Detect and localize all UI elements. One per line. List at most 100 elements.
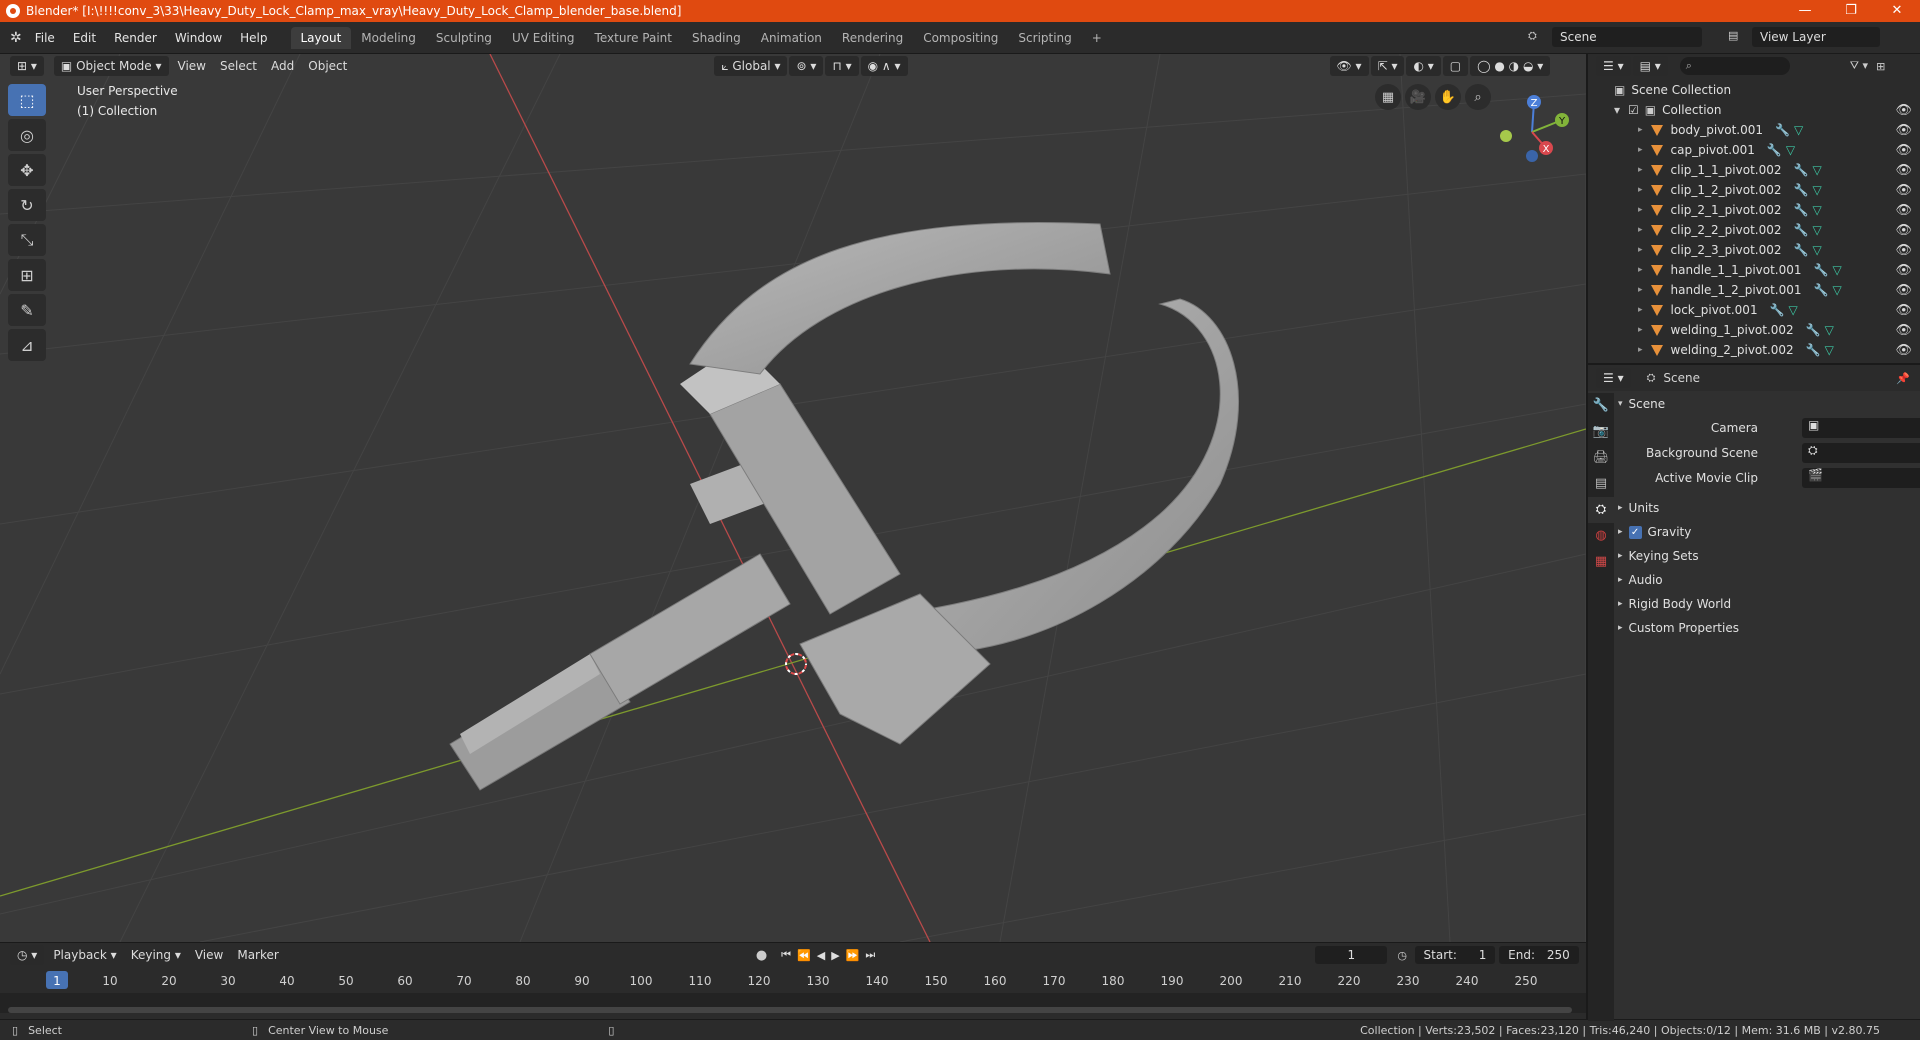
blender-menu-icon[interactable]: ✲	[10, 30, 22, 46]
end-frame-field[interactable]: End: 250	[1498, 946, 1579, 964]
mesh-data-icon[interactable]: ▽	[1812, 223, 1821, 237]
menu-playback[interactable]: Playback ▾	[46, 945, 123, 965]
gizmo-toggle-icon[interactable]: ⇱ ▾	[1370, 56, 1405, 76]
tab-uv-editing[interactable]: UV Editing	[502, 27, 585, 49]
outliner-object-row[interactable]: ▸ clip_1_1_pivot.002 🔧 ▽ 👁	[1588, 160, 1920, 180]
eye-icon[interactable]: 👁	[1895, 343, 1912, 358]
scene-icon[interactable]: ⛭	[1528, 29, 1537, 43]
tool-tab-icon[interactable]: 🔧	[1588, 393, 1614, 419]
expand-arrow-icon[interactable]: ▸	[1638, 125, 1643, 135]
properties-editor-type-icon[interactable]: ☰ ▾	[1596, 368, 1631, 388]
gravity-panel-header[interactable]: ▸ ✓ Gravity	[1618, 521, 1918, 543]
jump-start-icon[interactable]: ⏮	[781, 948, 791, 962]
close-button[interactable]: ✕	[1874, 0, 1920, 22]
pin-icon[interactable]: 📌	[1896, 372, 1910, 385]
proportional-edit-icon[interactable]: ◉ ∧ ▾	[860, 56, 908, 76]
3d-viewport[interactable]: ⊞ ▾ ▣ Object Mode ▾ View Select Add Obje…	[0, 54, 1586, 942]
collection-checkbox[interactable]: ☑	[1628, 103, 1639, 117]
menu-render[interactable]: Render	[105, 31, 166, 45]
minimize-button[interactable]: —	[1782, 0, 1828, 22]
modifier-icon[interactable]: 🔧	[1814, 263, 1829, 277]
axis-gizmo[interactable]: Z Y X	[1492, 90, 1572, 170]
expand-arrow-icon[interactable]: ▾	[1614, 103, 1620, 117]
move-tool-icon[interactable]: ✥	[8, 154, 46, 186]
expand-arrow-icon[interactable]: ▸	[1638, 165, 1643, 175]
menu-view[interactable]: View	[171, 56, 213, 76]
eye-icon[interactable]: 👁	[1895, 203, 1912, 218]
scene-tab-icon[interactable]: ⛭	[1588, 497, 1614, 523]
modifier-icon[interactable]: 🔧	[1814, 283, 1829, 297]
rotate-tool-icon[interactable]: ↻	[8, 189, 46, 221]
frame-ruler[interactable]: 1 10 20 30 40 50 60 70 80 90 100 110 120…	[0, 971, 1586, 993]
eye-icon[interactable]: 👁	[1895, 163, 1912, 178]
expand-arrow-icon[interactable]: ▸	[1638, 265, 1643, 275]
annotate-tool-icon[interactable]: ✎	[8, 294, 46, 326]
overlay-toggle-icon[interactable]: ◐ ▾	[1406, 56, 1441, 76]
outliner-object-row[interactable]: ▸ welding_1_pivot.002 🔧 ▽ 👁	[1588, 320, 1920, 340]
play-reverse-icon[interactable]: ◀	[817, 949, 825, 962]
tab-modeling[interactable]: Modeling	[351, 27, 426, 49]
scale-tool-icon[interactable]: ⤡	[8, 224, 46, 256]
expand-arrow-icon[interactable]: ▸	[1638, 145, 1643, 155]
expand-arrow-icon[interactable]: ▸	[1638, 205, 1643, 215]
start-frame-field[interactable]: Start: 1	[1414, 946, 1495, 964]
expand-arrow-icon[interactable]: ▸	[1638, 325, 1643, 335]
mesh-data-icon[interactable]: ▽	[1786, 143, 1795, 157]
select-box-tool-icon[interactable]: ⬚	[8, 84, 46, 116]
outliner-collection[interactable]: ▾ ☑ ▣ Collection 👁	[1588, 100, 1920, 120]
eye-icon[interactable]: 👁	[1895, 263, 1912, 278]
modifier-icon[interactable]: 🔧	[1770, 303, 1785, 317]
menu-window[interactable]: Window	[166, 31, 231, 45]
eye-icon[interactable]: 👁	[1895, 283, 1912, 298]
outliner-object-row[interactable]: ▸ clip_2_3_pivot.002 🔧 ▽ 👁	[1588, 240, 1920, 260]
background-scene-field[interactable]: ⛭	[1802, 443, 1920, 463]
tab-shading[interactable]: Shading	[682, 27, 751, 49]
clamp-model[interactable]	[449, 222, 1240, 791]
menu-timeline-view[interactable]: View	[188, 945, 230, 965]
grid-view-icon[interactable]: ▦	[1375, 84, 1401, 110]
units-panel-header[interactable]: ▸ Units	[1618, 497, 1918, 519]
pivot-icon[interactable]: ⊚ ▾	[789, 56, 824, 76]
modifier-icon[interactable]: 🔧	[1794, 223, 1809, 237]
menu-keying[interactable]: Keying ▾	[124, 945, 188, 965]
scene-panel-header[interactable]: ▾ Scene	[1618, 393, 1918, 415]
view-layer-icon[interactable]: ▤	[1728, 29, 1738, 42]
xray-icon[interactable]: ▢	[1442, 56, 1469, 76]
expand-arrow-icon[interactable]: ▸	[1638, 245, 1643, 255]
tab-sculpting[interactable]: Sculpting	[426, 27, 502, 49]
mesh-data-icon[interactable]: ▽	[1812, 203, 1821, 217]
eye-icon[interactable]: 👁	[1895, 143, 1912, 158]
outliner-scene-collection[interactable]: ▣ Scene Collection	[1588, 80, 1920, 100]
eye-icon[interactable]: 👁	[1895, 303, 1912, 318]
timeline-scrollbar[interactable]	[8, 1007, 1572, 1013]
view-layer-selector[interactable]: View Layer	[1752, 27, 1880, 47]
modifier-icon[interactable]: 🔧	[1794, 203, 1809, 217]
audio-panel-header[interactable]: ▸ Audio	[1618, 569, 1918, 591]
modifier-icon[interactable]: 🔧	[1806, 343, 1821, 357]
outliner-object-row[interactable]: ▸ clip_2_2_pivot.002 🔧 ▽ 👁	[1588, 220, 1920, 240]
expand-arrow-icon[interactable]: ▸	[1638, 225, 1643, 235]
outliner-editor-type-icon[interactable]: ☰ ▾	[1596, 56, 1631, 76]
record-icon[interactable]: ●	[756, 948, 767, 963]
mesh-data-icon[interactable]: ▽	[1825, 343, 1834, 357]
eye-icon[interactable]: 👁	[1895, 183, 1912, 198]
eye-icon[interactable]: 👁	[1895, 323, 1912, 338]
menu-marker[interactable]: Marker	[230, 945, 285, 965]
outliner-object-row[interactable]: ▸ body_pivot.001 🔧 ▽ 👁	[1588, 120, 1920, 140]
play-icon[interactable]: ▶	[831, 949, 839, 962]
zoom-icon[interactable]: ⌕	[1465, 84, 1491, 110]
expand-arrow-icon[interactable]: ▸	[1638, 185, 1643, 195]
tab-texture-paint[interactable]: Texture Paint	[585, 27, 682, 49]
menu-add[interactable]: Add	[264, 56, 301, 76]
menu-object[interactable]: Object	[301, 56, 354, 76]
mesh-data-icon[interactable]: ▽	[1812, 183, 1821, 197]
modifier-icon[interactable]: 🔧	[1794, 243, 1809, 257]
snap-icon[interactable]: ⊓ ▾	[825, 56, 859, 76]
outliner-object-row[interactable]: ▸ welding_2_pivot.002 🔧 ▽ 👁	[1588, 340, 1920, 360]
current-frame-field[interactable]: 1	[1315, 946, 1388, 964]
custom-properties-panel-header[interactable]: ▸ Custom Properties	[1618, 617, 1918, 639]
new-collection-icon[interactable]: ⊞	[1876, 60, 1885, 73]
tab-compositing[interactable]: Compositing	[913, 27, 1008, 49]
eye-icon[interactable]: 👁	[1895, 223, 1912, 238]
scene-selector[interactable]: Scene	[1552, 27, 1702, 47]
